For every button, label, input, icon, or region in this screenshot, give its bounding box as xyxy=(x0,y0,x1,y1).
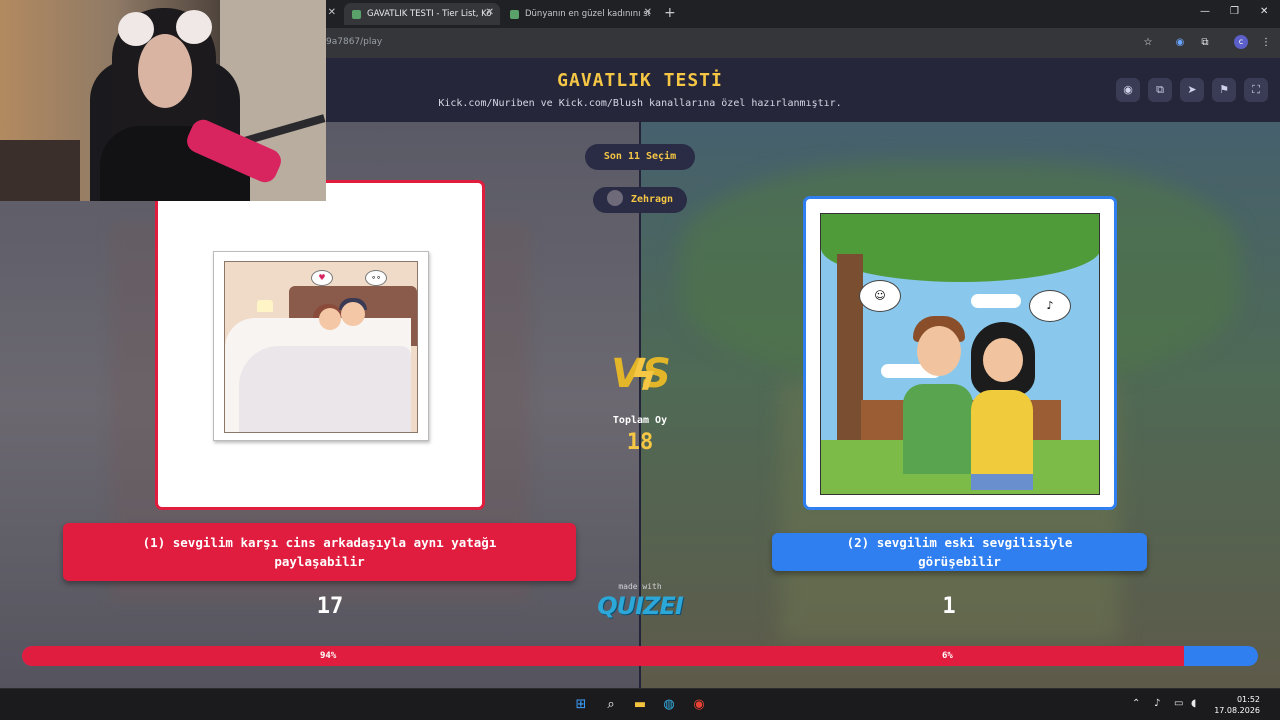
lightning-icon: ϟ xyxy=(630,351,658,400)
player-name: Zehragn xyxy=(630,194,674,205)
sleep-bubble-icon: ∘∘ xyxy=(365,270,387,286)
reader-icon[interactable]: ◉ xyxy=(1172,35,1188,51)
site-favicon-icon xyxy=(352,9,361,19)
eye-icon[interactable]: ◉ xyxy=(1116,78,1140,102)
windows-start-icon[interactable]: ⊞ xyxy=(572,696,590,714)
vs-badge: VS ϟ xyxy=(606,346,676,402)
close-tab-icon[interactable]: ✕ xyxy=(328,7,336,18)
option-card-left[interactable]: ♥ ∘∘ xyxy=(155,180,485,510)
volume-icon[interactable]: ◖ xyxy=(1191,698,1196,709)
made-with-text: made with xyxy=(618,582,662,591)
votes-count-right: 1 xyxy=(942,594,956,619)
music-bubble-icon: ♪ xyxy=(1029,290,1071,322)
total-votes-label: Toplam Oy xyxy=(612,415,668,426)
send-icon[interactable]: ➤ xyxy=(1180,78,1204,102)
round-stage-badge: Son 11 Seçim xyxy=(585,144,695,170)
windows-taskbar: ⊞ ⌕ ▬ ◍ ◉ ⌃ ♪ ▭ ◖ 01:52 17.08.2026 xyxy=(0,688,1280,720)
extensions-icon[interactable]: ⧉ xyxy=(1197,35,1213,51)
close-tab-icon[interactable]: ✕ xyxy=(644,7,652,18)
votes-count-left: 17 xyxy=(316,594,344,619)
percent-left: 94% xyxy=(320,651,337,661)
site-favicon-icon xyxy=(510,9,519,19)
search-icon[interactable]: ⌕ xyxy=(602,696,620,714)
microphone-tray-icon[interactable]: ♪ xyxy=(1154,698,1160,709)
browser-tab-3[interactable]: Dünyanın en güzel kadınını seç ✕ xyxy=(502,3,658,25)
option-card-right[interactable]: ☺ ♪ xyxy=(803,196,1117,510)
option-image-left: ♥ ∘∘ xyxy=(213,251,429,441)
new-tab-plus-icon[interactable]: + xyxy=(664,5,676,21)
option-label-left[interactable]: (1) sevgilim karşı cins arkadaşıyla aynı… xyxy=(63,523,576,581)
total-votes-value: 18 xyxy=(626,430,654,455)
profile-avatar[interactable]: c xyxy=(1234,35,1248,49)
heart-bubble-icon: ♥ xyxy=(311,270,333,286)
webcam-overlay xyxy=(0,0,326,201)
option-label-right[interactable]: (2) sevgilim eski sevgilisiyle görüşebil… xyxy=(772,533,1147,571)
flag-icon[interactable]: ⚑ xyxy=(1212,78,1236,102)
thought-bubble-icon: ☺ xyxy=(859,280,901,312)
player-badge: Zehragn xyxy=(593,187,687,213)
vote-progress-fill xyxy=(22,646,1184,666)
network-icon[interactable]: ▭ xyxy=(1174,698,1183,709)
minimize-icon[interactable]: — xyxy=(1200,6,1210,17)
vote-progress-bar: 94% 6% xyxy=(22,646,1258,666)
browser-tab-2[interactable]: GAVATLIK TESTİ - Tier List, Kör ✕ xyxy=(344,3,500,25)
player-avatar xyxy=(606,190,623,206)
quizei-logo[interactable]: QUIZEI xyxy=(580,592,700,620)
copy-icon[interactable]: ⧉ xyxy=(1148,78,1172,102)
screen: ✕ GAVATLIK TESTİ - Tier List, Kör ✕ Düny… xyxy=(0,0,1280,720)
restore-icon[interactable]: ❐ xyxy=(1230,6,1239,17)
edge-icon[interactable]: ◍ xyxy=(660,696,678,714)
menu-kebab-icon[interactable]: ⋮ xyxy=(1258,35,1274,51)
percent-right: 6% xyxy=(942,651,953,661)
bookmark-star-icon[interactable]: ☆ xyxy=(1140,35,1156,51)
tray-chevron-icon[interactable]: ⌃ xyxy=(1132,698,1140,709)
address-bar[interactable]: 9a7867/play xyxy=(326,37,382,47)
option-image-right: ☺ ♪ xyxy=(820,213,1100,495)
chrome-icon[interactable]: ◉ xyxy=(690,696,708,714)
system-clock[interactable]: 01:52 17.08.2026 xyxy=(1206,694,1260,716)
close-tab-icon[interactable]: ✕ xyxy=(486,7,494,18)
file-explorer-icon[interactable]: ▬ xyxy=(631,696,649,714)
close-window-icon[interactable]: ✕ xyxy=(1260,6,1268,17)
fullscreen-icon[interactable]: ⛶ xyxy=(1244,78,1268,102)
